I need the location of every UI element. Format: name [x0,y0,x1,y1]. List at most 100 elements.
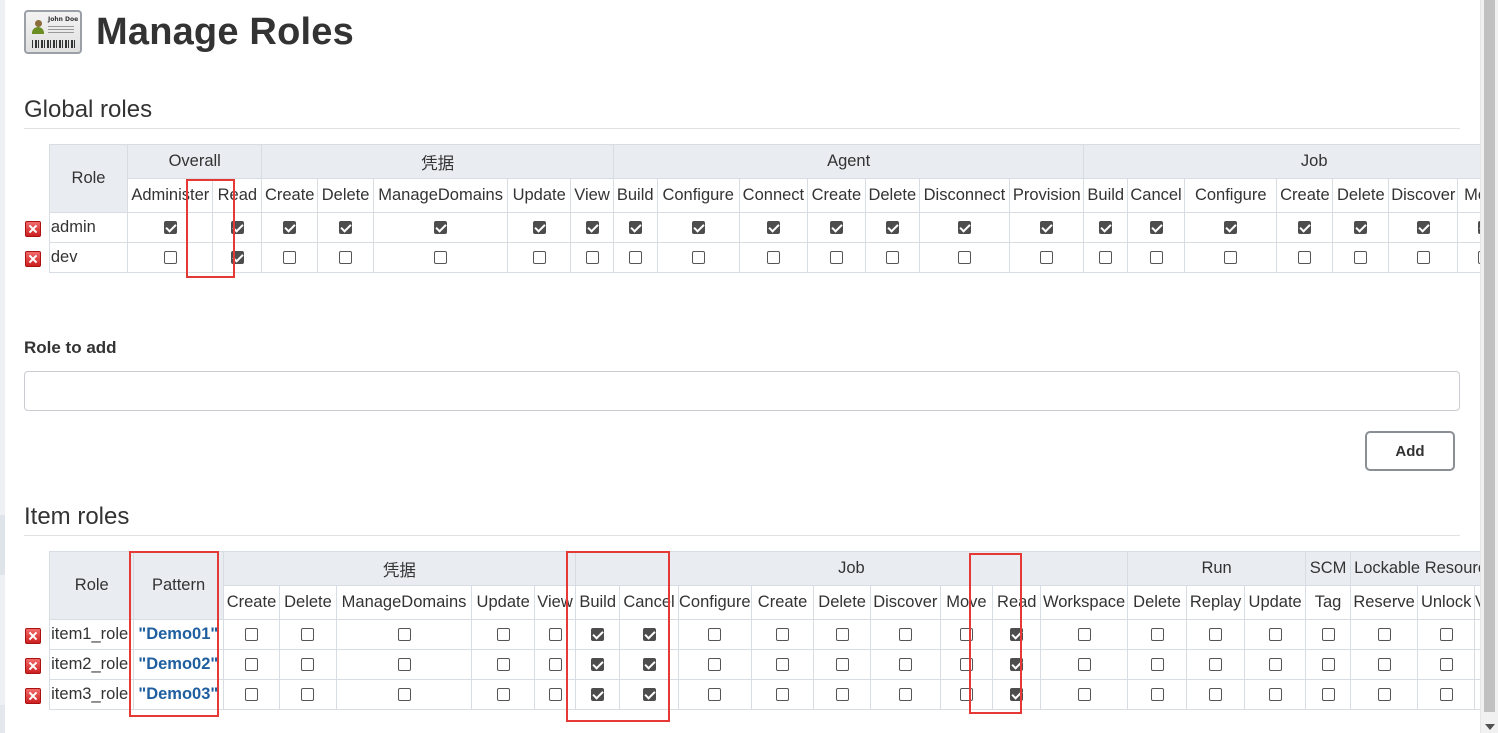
permission-checkbox[interactable] [959,688,973,702]
permission-checkbox[interactable] [898,658,912,672]
permission-checkbox[interactable] [1150,628,1164,642]
permission-checkbox[interactable] [1377,688,1391,702]
permission-checkbox[interactable] [1010,658,1024,672]
permission-checkbox[interactable] [1099,251,1113,265]
permission-checkbox[interactable] [1209,628,1223,642]
permission-checkbox[interactable] [885,251,899,265]
permission-checkbox[interactable] [1268,628,1282,642]
delete-role-icon[interactable] [25,221,41,237]
permission-checkbox[interactable] [1321,628,1335,642]
role-pattern-link[interactable]: "Demo01" [133,619,224,650]
permission-checkbox[interactable] [898,628,912,642]
permission-checkbox[interactable] [163,221,177,235]
role-pattern-link[interactable]: "Demo02" [133,649,224,680]
permission-checkbox[interactable] [708,628,722,642]
permission-checkbox[interactable] [766,251,780,265]
permission-checkbox[interactable] [1209,658,1223,672]
permission-checkbox[interactable] [532,221,546,235]
delete-role-icon[interactable] [25,628,41,644]
permission-checkbox[interactable] [898,688,912,702]
permission-checkbox[interactable] [163,251,177,265]
permission-checkbox[interactable] [397,688,411,702]
permission-checkbox[interactable] [1268,688,1282,702]
permission-checkbox[interactable] [434,251,448,265]
permission-checkbox[interactable] [434,221,448,235]
permission-checkbox[interactable] [1268,658,1282,672]
permission-checkbox[interactable] [1224,221,1238,235]
permission-checkbox[interactable] [230,221,244,235]
permission-checkbox[interactable] [591,688,605,702]
permission-checkbox[interactable] [642,688,656,702]
permission-checkbox[interactable] [585,221,599,235]
permission-checkbox[interactable] [301,688,315,702]
role-to-add-input[interactable] [24,371,1460,411]
permission-checkbox[interactable] [691,221,705,235]
role-pattern-link[interactable]: "Demo03" [133,679,224,710]
delete-role-icon[interactable] [25,688,41,704]
permission-checkbox[interactable] [885,221,899,235]
permission-checkbox[interactable] [776,628,790,642]
permission-checkbox[interactable] [244,658,258,672]
permission-checkbox[interactable] [1010,688,1024,702]
scroll-down-arrow-icon[interactable] [1485,724,1495,730]
permission-checkbox[interactable] [548,658,562,672]
permission-checkbox[interactable] [835,628,849,642]
permission-checkbox[interactable] [1377,628,1391,642]
permission-checkbox[interactable] [1416,221,1430,235]
permission-checkbox[interactable] [1149,221,1163,235]
permission-checkbox[interactable] [496,628,510,642]
permission-checkbox[interactable] [301,658,315,672]
permission-checkbox[interactable] [776,658,790,672]
permission-checkbox[interactable] [957,221,971,235]
permission-checkbox[interactable] [548,688,562,702]
permission-checkbox[interactable] [283,221,297,235]
delete-role-icon[interactable] [25,658,41,674]
permission-checkbox[interactable] [1149,251,1163,265]
permission-checkbox[interactable] [585,251,599,265]
permission-checkbox[interactable] [591,628,605,642]
permission-checkbox[interactable] [835,688,849,702]
permission-checkbox[interactable] [548,628,562,642]
permission-checkbox[interactable] [1439,688,1453,702]
permission-checkbox[interactable] [1298,221,1312,235]
permission-checkbox[interactable] [496,688,510,702]
permission-checkbox[interactable] [1150,658,1164,672]
permission-checkbox[interactable] [1416,251,1430,265]
permission-checkbox[interactable] [628,221,642,235]
permission-checkbox[interactable] [339,251,353,265]
permission-checkbox[interactable] [1077,658,1091,672]
permission-checkbox[interactable] [283,251,297,265]
permission-checkbox[interactable] [642,628,656,642]
permission-checkbox[interactable] [1040,251,1054,265]
permission-checkbox[interactable] [1321,658,1335,672]
add-button[interactable]: Add [1365,431,1455,471]
permission-checkbox[interactable] [1321,688,1335,702]
delete-role-icon[interactable] [25,251,41,267]
permission-checkbox[interactable] [397,658,411,672]
permission-checkbox[interactable] [959,628,973,642]
permission-checkbox[interactable] [1077,628,1091,642]
permission-checkbox[interactable] [776,688,790,702]
permission-checkbox[interactable] [766,221,780,235]
permission-checkbox[interactable] [397,628,411,642]
permission-checkbox[interactable] [244,628,258,642]
permission-checkbox[interactable] [691,251,705,265]
permission-checkbox[interactable] [1354,251,1368,265]
permission-checkbox[interactable] [1298,251,1312,265]
permission-checkbox[interactable] [1040,221,1054,235]
permission-checkbox[interactable] [1354,221,1368,235]
permission-checkbox[interactable] [959,658,973,672]
permission-checkbox[interactable] [1439,628,1453,642]
permission-checkbox[interactable] [1377,658,1391,672]
permission-checkbox[interactable] [230,251,244,265]
permission-checkbox[interactable] [496,658,510,672]
permission-checkbox[interactable] [628,251,642,265]
permission-checkbox[interactable] [301,628,315,642]
permission-checkbox[interactable] [957,251,971,265]
permission-checkbox[interactable] [532,251,546,265]
permission-checkbox[interactable] [244,688,258,702]
permission-checkbox[interactable] [1099,221,1113,235]
permission-checkbox[interactable] [1209,688,1223,702]
permission-checkbox[interactable] [829,221,843,235]
permission-checkbox[interactable] [708,658,722,672]
